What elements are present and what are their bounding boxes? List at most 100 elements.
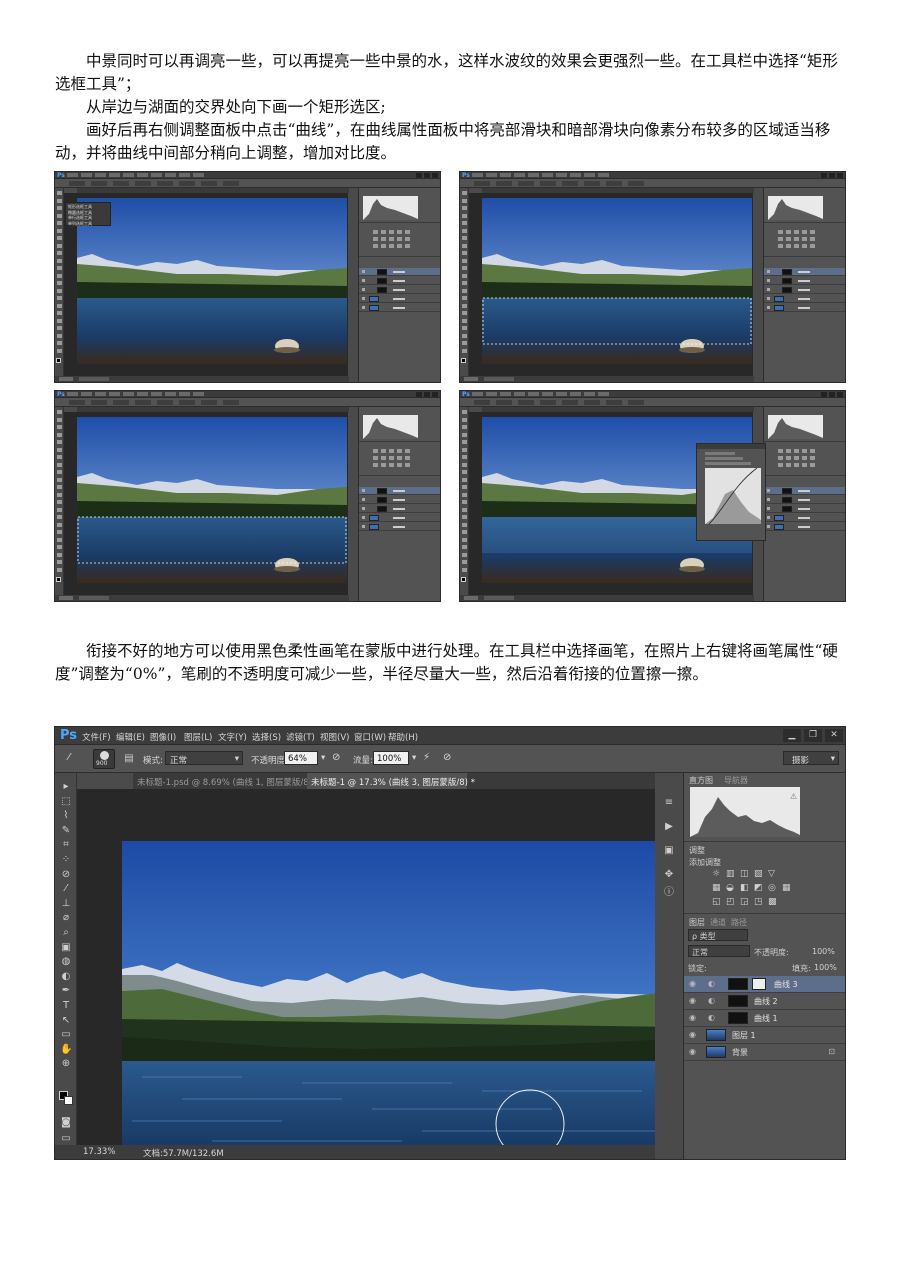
layer-thumbnail[interactable] [369, 305, 379, 311]
adjustment-icon[interactable] [786, 449, 791, 453]
layer-thumbnail[interactable] [377, 488, 387, 494]
adjustment-icon[interactable] [786, 463, 791, 467]
layer-row[interactable] [359, 505, 440, 513]
tool-icon[interactable] [462, 492, 467, 497]
layer-name[interactable]: 曲线 1 [754, 1013, 778, 1024]
eye-icon[interactable] [767, 297, 770, 300]
tool-icon[interactable] [462, 560, 467, 564]
layer-thumbnail[interactable] [774, 296, 784, 302]
option-control[interactable] [628, 400, 644, 405]
tool-icon[interactable] [57, 228, 62, 233]
tool-icon[interactable] [57, 477, 62, 482]
tool-icon[interactable] [462, 288, 467, 293]
menu-item[interactable] [81, 392, 92, 396]
curves-graph[interactable] [705, 467, 761, 525]
flyout-item[interactable]: 矩形选框工具 [68, 204, 92, 209]
tool-icon[interactable] [57, 447, 62, 452]
layer-name[interactable] [393, 289, 405, 291]
tool-icon[interactable] [57, 273, 62, 278]
adjustment-icon[interactable]: ◩ [754, 883, 763, 893]
menu-item[interactable]: 选择(S) [252, 731, 281, 743]
adjustment-icon[interactable] [794, 244, 799, 248]
tool-icon[interactable] [462, 251, 467, 255]
adjustment-icon[interactable] [405, 449, 410, 453]
panel-control[interactable] [705, 457, 743, 460]
adjustment-icon[interactable]: ▩ [768, 897, 777, 907]
history-icon[interactable]: ≡ [663, 797, 675, 809]
close-button[interactable] [821, 173, 827, 178]
mask-thumbnail-white[interactable] [752, 978, 766, 990]
menu-item[interactable] [95, 173, 106, 177]
option-control[interactable] [474, 400, 490, 405]
adjustment-icon[interactable] [381, 237, 386, 241]
eye-icon[interactable] [362, 498, 365, 501]
eyedropper-tool-icon[interactable]: ⁘ [60, 854, 72, 866]
tool-icon[interactable] [462, 191, 467, 195]
layer-name[interactable] [393, 298, 405, 300]
option-control[interactable] [179, 181, 195, 186]
layer-row[interactable] [359, 304, 440, 312]
layer-row[interactable] [359, 295, 440, 303]
tool-icon[interactable] [462, 410, 467, 414]
adjustment-icon[interactable] [373, 230, 378, 234]
menu-item[interactable] [151, 392, 162, 396]
menu-item[interactable] [123, 392, 134, 396]
opacity-dropdown-icon[interactable]: ▾ [321, 753, 325, 763]
tool-icon[interactable] [462, 485, 467, 489]
eye-icon[interactable] [362, 288, 365, 291]
close-button[interactable]: ✕ [825, 729, 843, 742]
mask-thumbnail[interactable] [728, 1012, 748, 1024]
tool-icon[interactable] [57, 515, 62, 519]
option-control[interactable] [69, 181, 85, 186]
layer-row[interactable] [359, 514, 440, 522]
tool-icon[interactable] [462, 507, 467, 512]
option-control[interactable] [113, 400, 129, 405]
tool-icon[interactable] [462, 236, 467, 240]
close-button[interactable] [821, 392, 827, 397]
tool-icon[interactable] [57, 281, 62, 285]
layer-thumbnail[interactable] [774, 305, 784, 311]
tool-icon[interactable] [462, 206, 467, 210]
tab-doc-1[interactable]: 未标题-1.psd @ 8.69% (曲线 1, 图层蒙版/8) * [133, 773, 319, 789]
adjustment-icon[interactable]: ◒ [726, 883, 734, 893]
mask-thumbnail[interactable] [728, 978, 748, 990]
eye-icon[interactable] [767, 270, 770, 273]
menu-item[interactable] [179, 173, 190, 177]
zoom-readout[interactable] [464, 377, 478, 381]
eye-icon[interactable] [767, 306, 770, 309]
adjustment-icon[interactable] [397, 237, 402, 241]
max-button[interactable] [829, 173, 835, 178]
layer-name[interactable] [393, 508, 405, 510]
eye-icon[interactable] [362, 297, 365, 300]
mode-select[interactable]: 正常 ▾ [165, 751, 243, 766]
adjustment-icon[interactable] [810, 456, 815, 460]
layer-name[interactable] [393, 307, 405, 309]
max-button[interactable] [829, 392, 835, 397]
adjustment-icon[interactable] [810, 463, 815, 467]
menu-item[interactable]: 视图(V) [320, 731, 349, 743]
panel-control[interactable] [705, 452, 735, 455]
dodge-tool-icon[interactable]: ◐ [60, 971, 72, 983]
option-control[interactable] [135, 181, 151, 186]
close-button[interactable] [416, 173, 422, 178]
quick-mask-icon[interactable]: ◙ [60, 1117, 72, 1129]
menu-item[interactable] [81, 173, 92, 177]
eye-icon[interactable] [362, 270, 365, 273]
layer-name[interactable] [393, 490, 405, 492]
eye-icon[interactable] [767, 507, 770, 510]
tool-icon[interactable] [57, 560, 62, 564]
tool-icon[interactable] [462, 348, 467, 353]
foreground-color[interactable] [461, 358, 466, 363]
adjustment-icon[interactable] [389, 244, 394, 248]
layer-row[interactable] [764, 523, 845, 531]
menu-item[interactable]: 帮助(H) [388, 731, 418, 743]
eye-icon[interactable] [767, 489, 770, 492]
restore-button[interactable]: ❐ [804, 729, 822, 742]
eye-icon[interactable] [767, 288, 770, 291]
adjustment-icon[interactable]: ◎ [768, 883, 776, 893]
option-control[interactable] [69, 400, 85, 405]
flyout-item[interactable]: 单列选框工具 [68, 221, 92, 226]
option-control[interactable] [223, 181, 239, 186]
tool-icon[interactable] [57, 348, 62, 353]
option-control[interactable] [606, 400, 622, 405]
